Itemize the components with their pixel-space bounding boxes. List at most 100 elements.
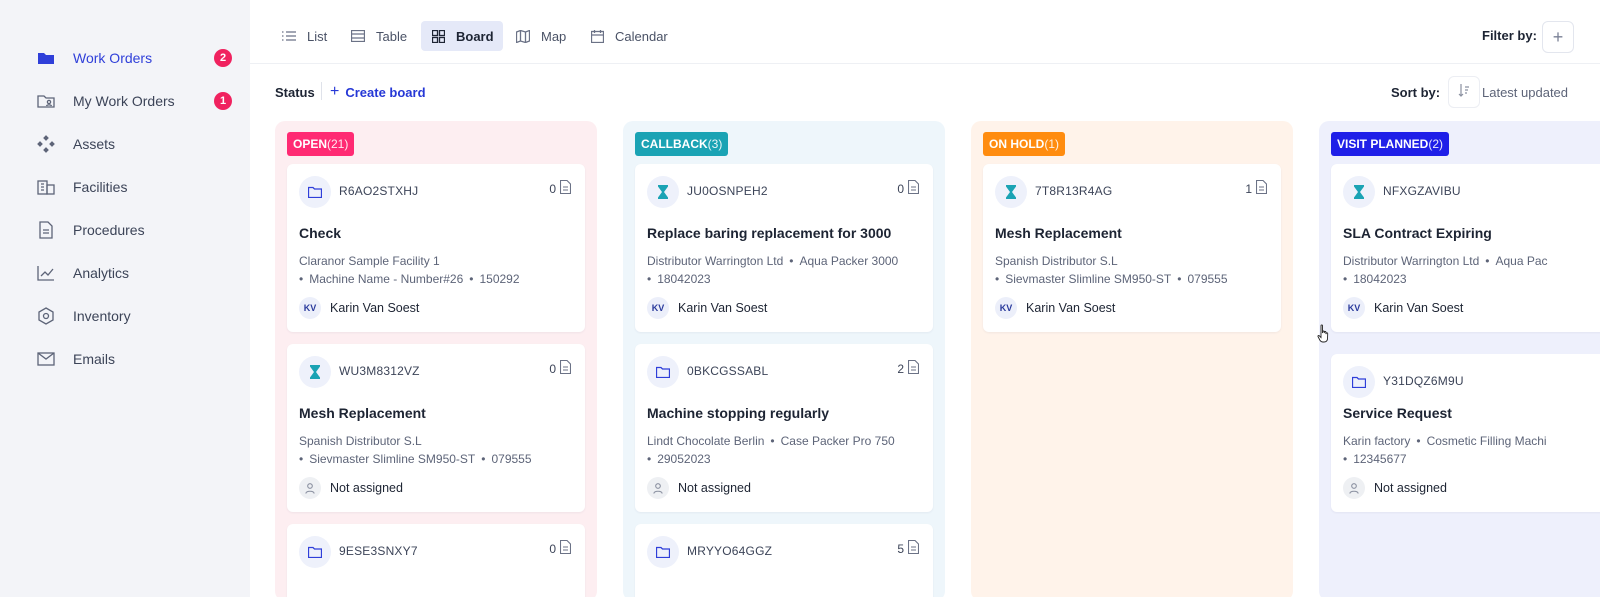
asset-number: 29052023 bbox=[657, 452, 711, 466]
work-order-card[interactable]: 0BKCGSSABL 2 Machine stopping regularly … bbox=[635, 344, 933, 512]
work-order-location: Spanish Distributor S.L bbox=[995, 254, 1118, 268]
sidebar-item-my-work-orders[interactable]: My Work Orders 1 bbox=[36, 89, 232, 113]
work-order-code: 7T8R13R4AG bbox=[1035, 184, 1113, 198]
assignee: KV Karin Van Soest bbox=[995, 297, 1115, 319]
hourglass-icon bbox=[299, 356, 331, 388]
building-icon bbox=[36, 177, 56, 197]
column-count: (21) bbox=[327, 137, 349, 151]
attachment-number: 1 bbox=[1245, 181, 1252, 196]
tab-label: List bbox=[307, 28, 328, 44]
sidebar-item-work-orders[interactable]: Work Orders 2 bbox=[36, 46, 232, 70]
column-title: OPEN bbox=[293, 137, 328, 151]
notification-badge: 1 bbox=[214, 92, 232, 110]
work-order-card[interactable]: 7T8R13R4AG 1 Mesh Replacement Spanish Di… bbox=[983, 164, 1281, 332]
folder-icon bbox=[1343, 366, 1375, 398]
folder-icon bbox=[647, 356, 679, 388]
board-toolbar: Status + Create board Sort by: Latest up… bbox=[250, 70, 1600, 114]
column-title: CALLBACK bbox=[641, 137, 708, 151]
folder-icon bbox=[299, 176, 331, 208]
file-icon bbox=[907, 539, 920, 557]
avatar: KV bbox=[647, 297, 669, 319]
work-order-card[interactable]: NFXGZAVIBU SLA Contract Expiring Distrib… bbox=[1331, 164, 1600, 332]
view-switcher: List Table Board Map Calendar Filter by:… bbox=[250, 0, 1600, 64]
work-order-asset: • 12345677 bbox=[1343, 452, 1407, 466]
sidebar-item-label: Emails bbox=[73, 351, 116, 367]
work-order-asset: • Sievmaster Slimline SM950-ST • 079555 bbox=[995, 272, 1228, 286]
sidebar-item-facilities[interactable]: Facilities bbox=[36, 175, 232, 199]
work-order-code: NFXGZAVIBU bbox=[1383, 184, 1461, 198]
asset-number: 079555 bbox=[491, 452, 532, 466]
attachment-count: 1 bbox=[1245, 179, 1268, 197]
column-count: (1) bbox=[1044, 137, 1060, 151]
sort-value[interactable]: Latest updated bbox=[1482, 85, 1568, 100]
add-filter-button[interactable]: + bbox=[1542, 21, 1574, 53]
sort-direction-button[interactable] bbox=[1448, 76, 1480, 108]
sidebar-item-assets[interactable]: Assets bbox=[36, 132, 232, 156]
tab-board[interactable]: Board bbox=[421, 21, 503, 51]
tab-table[interactable]: Table bbox=[341, 21, 416, 51]
work-order-card[interactable]: R6AO2STXHJ 0 Check Claranor Sample Facil… bbox=[287, 164, 585, 332]
work-order-title: Replace baring replacement for 3000 bbox=[647, 225, 892, 241]
map-icon bbox=[515, 28, 531, 44]
tab-map[interactable]: Map bbox=[506, 21, 575, 51]
attachment-count: 0 bbox=[549, 179, 572, 197]
asset-name: Aqua Packer 3000 bbox=[799, 254, 899, 268]
column-status-badge: CALLBACK (3) bbox=[635, 132, 729, 156]
folder-icon bbox=[36, 48, 56, 68]
hourglass-icon bbox=[995, 176, 1027, 208]
file-icon bbox=[559, 359, 572, 377]
notification-badge: 2 bbox=[214, 49, 232, 67]
sidebar-item-label: My Work Orders bbox=[73, 93, 175, 109]
work-order-card[interactable]: 9ESE3SNXY7 0 bbox=[287, 524, 585, 597]
sidebar-item-inventory[interactable]: Inventory bbox=[36, 304, 232, 328]
sort-icon bbox=[1458, 83, 1470, 102]
work-order-code: R6AO2STXHJ bbox=[339, 184, 419, 198]
attachment-count: 0 bbox=[549, 539, 572, 557]
attachment-number: 2 bbox=[897, 361, 904, 376]
assignee: KV Karin Van Soest bbox=[1343, 297, 1463, 319]
column-title: ON HOLD bbox=[989, 137, 1045, 151]
assignee-name: Karin Van Soest bbox=[678, 301, 768, 315]
work-order-location: Distributor Warrington Ltd • Aqua Pac bbox=[1343, 254, 1548, 268]
mail-icon bbox=[36, 349, 56, 369]
list-icon bbox=[281, 28, 297, 44]
work-order-card[interactable]: WU3M8312VZ 0 Mesh Replacement Spanish Di… bbox=[287, 344, 585, 512]
work-order-location: Lindt Chocolate Berlin • Case Packer Pro 7… bbox=[647, 434, 895, 448]
calendar-icon bbox=[589, 28, 605, 44]
main-content: List Table Board Map Calendar Filter by:… bbox=[250, 0, 1600, 597]
work-order-location: Spanish Distributor S.L bbox=[299, 434, 422, 448]
asset-number: 079555 bbox=[1187, 272, 1228, 286]
sidebar-item-emails[interactable]: Emails bbox=[36, 347, 232, 371]
avatar: KV bbox=[1343, 297, 1365, 319]
file-icon bbox=[1255, 179, 1268, 197]
user-icon bbox=[299, 477, 321, 499]
location-name: Karin factory bbox=[1343, 434, 1411, 448]
work-order-title: Mesh Replacement bbox=[995, 225, 1122, 241]
work-order-card[interactable]: JU0OSNPEH2 0 Replace baring replacement … bbox=[635, 164, 933, 332]
attachment-count: 2 bbox=[897, 359, 920, 377]
file-icon bbox=[559, 539, 572, 557]
work-order-title: Service Request bbox=[1343, 405, 1452, 421]
location-name: Lindt Chocolate Berlin bbox=[647, 434, 765, 448]
work-order-title: Mesh Replacement bbox=[299, 405, 426, 421]
asset-number: 150292 bbox=[479, 272, 520, 286]
assignee-name: Not assigned bbox=[678, 481, 751, 495]
tab-label: Table bbox=[376, 28, 408, 44]
plus-icon: + bbox=[330, 83, 340, 100]
sidebar-item-procedures[interactable]: Procedures bbox=[36, 218, 232, 242]
work-order-card[interactable]: MRYYO64GGZ 5 bbox=[635, 524, 933, 597]
assignee-name: Not assigned bbox=[330, 481, 403, 495]
work-order-location: Karin factory • Cosmetic Filling Machi bbox=[1343, 434, 1547, 448]
hand-cursor-icon bbox=[1317, 324, 1329, 343]
chart-icon bbox=[36, 263, 56, 283]
sidebar-item-analytics[interactable]: Analytics bbox=[36, 261, 232, 285]
create-board-button[interactable]: + Create board bbox=[330, 82, 426, 102]
avatar: KV bbox=[299, 297, 321, 319]
board-column-on-hold: ON HOLD (1) 7T8R13R4AG 1 Mesh Replacement… bbox=[971, 121, 1293, 597]
work-order-card[interactable]: Y31DQZ6M9U Service Request Karin factory… bbox=[1331, 354, 1600, 512]
user-folder-icon bbox=[36, 91, 56, 111]
hourglass-icon bbox=[647, 176, 679, 208]
tab-calendar[interactable]: Calendar bbox=[580, 21, 677, 51]
attachment-count: 0 bbox=[897, 179, 920, 197]
tab-list[interactable]: List bbox=[272, 21, 336, 51]
